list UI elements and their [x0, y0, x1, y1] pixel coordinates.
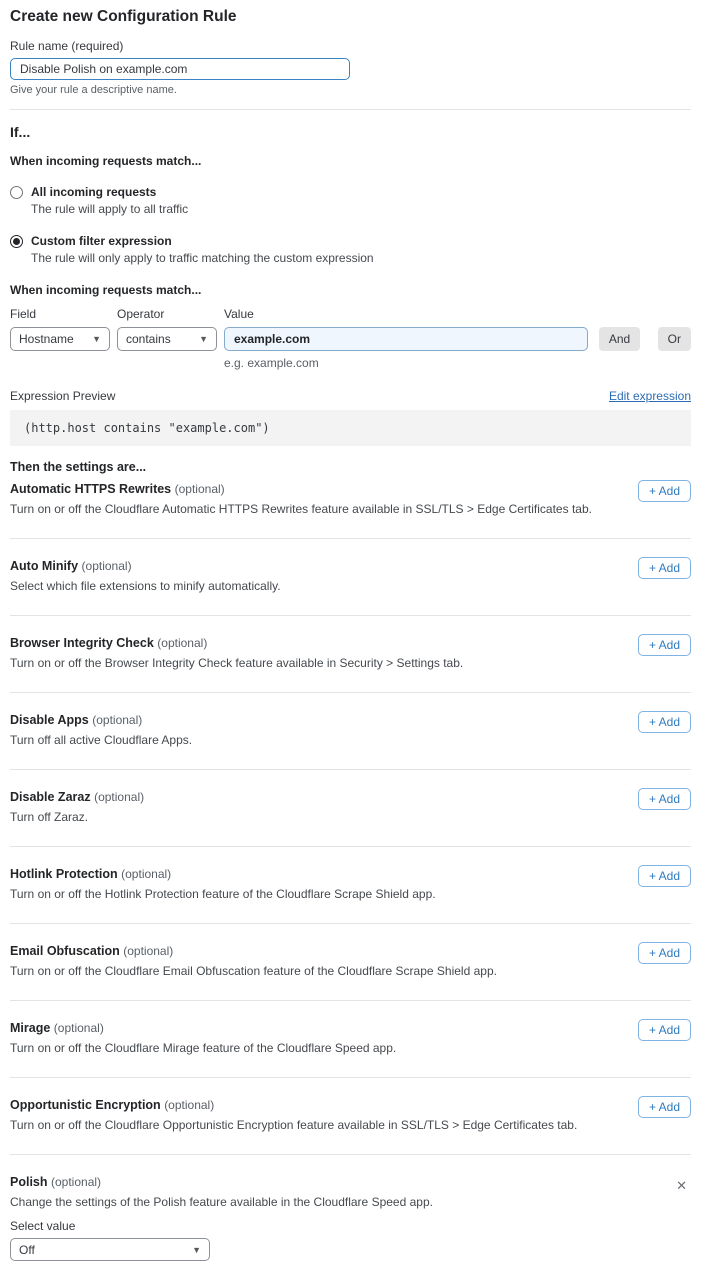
- optional-tag: (optional): [157, 636, 207, 650]
- setting-description: Turn on or off the Cloudflare Mirage fea…: [10, 1041, 691, 1055]
- add-button[interactable]: + Add: [638, 480, 691, 502]
- and-button[interactable]: And: [599, 327, 640, 351]
- setting-description: Turn on or off the Browser Integrity Che…: [10, 656, 691, 670]
- expression-preview-label: Expression Preview: [10, 389, 115, 403]
- setting-description: Turn off all active Cloudflare Apps.: [10, 733, 691, 747]
- setting-description: Select which file extensions to minify a…: [10, 579, 691, 593]
- setting-description: Change the settings of the Polish featur…: [10, 1195, 691, 1209]
- value-label: Value: [224, 307, 588, 321]
- setting-description: Turn on or off the Cloudflare Automatic …: [10, 502, 691, 516]
- optional-tag: (optional): [94, 790, 144, 804]
- if-heading: If...: [10, 124, 691, 140]
- rule-name-section: Rule name (required) Give your rule a de…: [10, 39, 691, 96]
- optional-tag: (optional): [51, 1175, 101, 1189]
- setting-row-hotlink-protection: Hotlink Protection (optional) Turn on or…: [10, 847, 691, 924]
- expression-preview-code: (http.host contains "example.com"): [10, 410, 691, 446]
- add-button[interactable]: + Add: [638, 711, 691, 733]
- setting-row-browser-integrity-check: Browser Integrity Check (optional) Turn …: [10, 616, 691, 693]
- radio-option-label: All incoming requests: [31, 185, 188, 199]
- setting-name: Browser Integrity Check: [10, 636, 154, 650]
- setting-name: Mirage: [10, 1021, 50, 1035]
- section-divider: [10, 109, 691, 110]
- value-input[interactable]: [224, 327, 588, 351]
- setting-row-mirage: Mirage (optional) Turn on or off the Clo…: [10, 1001, 691, 1078]
- setting-name: Opportunistic Encryption: [10, 1098, 161, 1112]
- close-icon[interactable]: ✕: [674, 1177, 689, 1194]
- optional-tag: (optional): [164, 1098, 214, 1112]
- radio-option-description: The rule will only apply to traffic matc…: [31, 251, 374, 265]
- rule-name-input[interactable]: [10, 58, 350, 80]
- field-select[interactable]: Hostname ▼: [10, 327, 110, 351]
- rule-name-label: Rule name (required): [10, 39, 691, 53]
- then-settings-heading: Then the settings are...: [10, 460, 691, 474]
- polish-select-label: Select value: [10, 1219, 691, 1233]
- setting-row-email-obfuscation: Email Obfuscation (optional) Turn on or …: [10, 924, 691, 1001]
- optional-tag: (optional): [123, 944, 173, 958]
- setting-description: Turn on or off the Hotlink Protection fe…: [10, 887, 691, 901]
- add-button[interactable]: + Add: [638, 1019, 691, 1041]
- radio-selected-icon[interactable]: [10, 235, 23, 248]
- optional-tag: (optional): [54, 1021, 104, 1035]
- add-button[interactable]: + Add: [638, 634, 691, 656]
- setting-description: Turn on or off the Cloudflare Email Obfu…: [10, 964, 691, 978]
- create-configuration-rule-form: Create new Configuration Rule Rule name …: [0, 8, 705, 1283]
- setting-name: Hotlink Protection: [10, 867, 118, 881]
- optional-tag: (optional): [82, 559, 132, 573]
- setting-row-auto-minify: Auto Minify (optional) Select which file…: [10, 539, 691, 616]
- setting-description: Turn off Zaraz.: [10, 810, 691, 824]
- radio-option-all-incoming-requests[interactable]: All incoming requests The rule will appl…: [10, 185, 691, 216]
- radio-option-custom-filter-expression[interactable]: Custom filter expression The rule will o…: [10, 234, 691, 265]
- edit-expression-link[interactable]: Edit expression: [609, 389, 691, 403]
- chevron-down-icon: ▼: [92, 334, 101, 344]
- add-button[interactable]: + Add: [638, 865, 691, 887]
- radio-unselected-icon[interactable]: [10, 186, 23, 199]
- setting-row-disable-apps: Disable Apps (optional) Turn off all act…: [10, 693, 691, 770]
- radio-option-description: The rule will apply to all traffic: [31, 202, 188, 216]
- incoming-match-label: When incoming requests match...: [10, 154, 691, 168]
- or-button[interactable]: Or: [658, 327, 691, 351]
- expression-builder: Field Hostname ▼ Operator contains ▼ Val…: [10, 307, 691, 370]
- polish-select-value: Off: [19, 1243, 35, 1257]
- field-select-value: Hostname: [19, 332, 74, 346]
- setting-row-automatic-https-rewrites: Automatic HTTPS Rewrites (optional) Turn…: [10, 474, 691, 539]
- operator-select[interactable]: contains ▼: [117, 327, 217, 351]
- optional-tag: (optional): [92, 713, 142, 727]
- chevron-down-icon: ▼: [199, 334, 208, 344]
- setting-row-polish: Polish (optional) ✕ Change the settings …: [10, 1155, 691, 1283]
- value-help: e.g. example.com: [224, 356, 588, 370]
- add-button[interactable]: + Add: [638, 942, 691, 964]
- radio-option-label: Custom filter expression: [31, 234, 374, 248]
- optional-tag: (optional): [175, 482, 225, 496]
- field-label: Field: [10, 307, 110, 321]
- setting-row-opportunistic-encryption: Opportunistic Encryption (optional) Turn…: [10, 1078, 691, 1155]
- rule-name-help: Give your rule a descriptive name.: [10, 84, 691, 96]
- setting-description: Turn on or off the Cloudflare Opportunis…: [10, 1118, 691, 1132]
- incoming-match-label-2: When incoming requests match...: [10, 283, 691, 297]
- chevron-down-icon: ▼: [192, 1245, 201, 1255]
- operator-label: Operator: [117, 307, 217, 321]
- add-button[interactable]: + Add: [638, 788, 691, 810]
- add-button[interactable]: + Add: [638, 557, 691, 579]
- optional-tag: (optional): [121, 867, 171, 881]
- add-button[interactable]: + Add: [638, 1096, 691, 1118]
- setting-name: Auto Minify: [10, 559, 78, 573]
- operator-select-value: contains: [126, 332, 171, 346]
- page-title: Create new Configuration Rule: [10, 8, 691, 26]
- setting-name: Polish: [10, 1175, 48, 1189]
- setting-name: Email Obfuscation: [10, 944, 120, 958]
- polish-value-select[interactable]: Off ▼: [10, 1238, 210, 1261]
- setting-name: Disable Apps: [10, 713, 89, 727]
- setting-row-disable-zaraz: Disable Zaraz (optional) Turn off Zaraz.…: [10, 770, 691, 847]
- setting-name: Automatic HTTPS Rewrites: [10, 482, 171, 496]
- setting-name: Disable Zaraz: [10, 790, 91, 804]
- match-type-radio-group: All incoming requests The rule will appl…: [10, 185, 691, 265]
